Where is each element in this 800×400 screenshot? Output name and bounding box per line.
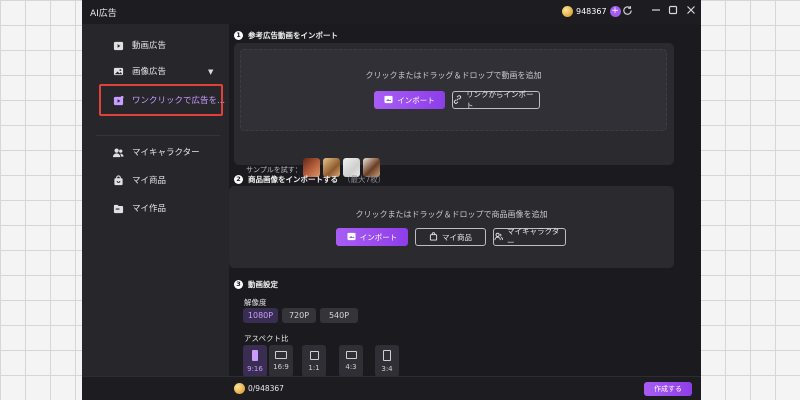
app-title: AI広告 (90, 9, 117, 19)
section-title: 動画設定 (248, 280, 278, 289)
main-content: 1 参考広告動画をインポート クリックまたはドラッグ＆ドロップで動画を追加 イン… (229, 24, 701, 400)
import-icon (347, 232, 356, 243)
step-number: 1 (234, 31, 243, 40)
aspect-option-9-16[interactable]: 9:16 (243, 345, 267, 377)
sidebar-divider (96, 135, 220, 136)
resolution-option-1080p[interactable]: 1080P (243, 308, 278, 323)
button-label: マイ商品 (442, 232, 472, 242)
user-icon (494, 232, 503, 243)
aspect-ratio-label: アスペクト比 (244, 334, 289, 343)
aspect-label: 1:1 (308, 363, 320, 372)
step-number: 2 (234, 175, 243, 184)
product-image-dropzone[interactable]: クリックまたはドラッグ＆ドロップで商品画像を追加 インポート マイ商品 マイキャ… (229, 186, 674, 268)
footer-bar: 0/948367 作成する (82, 376, 701, 400)
button-label: リンクからインポート (466, 90, 534, 110)
landscape-ratio-icon (345, 351, 357, 359)
portrait-ratio-icon (252, 349, 258, 361)
sidebar-item-my-products[interactable]: マイ商品 (112, 171, 166, 189)
footer-credits: 0/948367 (234, 383, 284, 394)
portrait-ratio-icon (383, 349, 391, 361)
folder-icon (112, 202, 124, 214)
section-subtitle: （最大7枚） (343, 175, 386, 184)
section-2-header: 2 商品画像をインポートする （最大7枚） (234, 174, 385, 185)
add-credits-button[interactable]: + (609, 6, 621, 17)
sidebar-item-label: マイ商品 (132, 176, 167, 186)
refresh-icon[interactable] (620, 5, 634, 19)
aspect-label: 4:3 (345, 363, 357, 371)
resolution-option-720p[interactable]: 720P (282, 308, 316, 323)
video-import-panel: クリックまたはドラッグ＆ドロップで動画を追加 インポート リンクからインポート … (234, 43, 674, 177)
aspect-option-16-9[interactable]: 16:9 (269, 345, 293, 377)
aspect-option-3-4[interactable]: 3:4 (375, 345, 399, 377)
coin-icon (234, 383, 245, 394)
aspect-option-4-3[interactable]: 4:3 (339, 345, 363, 377)
minimize-icon[interactable] (649, 5, 663, 19)
import-product-button[interactable]: インポート (336, 228, 408, 246)
oneclick-icon (112, 94, 124, 106)
section-title: 参考広告動画をインポート (248, 31, 338, 40)
landscape-ratio-icon (275, 351, 287, 359)
resolution-option-540p[interactable]: 540P (320, 308, 358, 323)
bag-icon (429, 231, 438, 243)
aspect-label: 9:16 (247, 364, 263, 373)
credits-count: 948367 (576, 7, 607, 16)
import-video-button[interactable]: インポート (374, 91, 445, 109)
resolution-label: 解像度 (244, 298, 267, 307)
title-bar: AI広告 948367 + (82, 0, 701, 24)
sidebar-item-label: 画像広告 (132, 67, 167, 77)
sidebar-item-one-click-ads[interactable]: ワンクリックで広告を... (112, 91, 225, 109)
my-products-button[interactable]: マイ商品 (415, 228, 486, 246)
credits-usage: 0/948367 (248, 384, 284, 393)
video-icon (112, 39, 124, 51)
aspect-label: 3:4 (381, 364, 393, 373)
aspect-option-1-1[interactable]: 1:1 (302, 345, 326, 377)
section-1-header: 1 参考広告動画をインポート (234, 30, 338, 41)
dropzone-hint: クリックまたはドラッグ＆ドロップで動画を追加 (365, 71, 542, 80)
coin-icon (562, 6, 573, 17)
users-icon (112, 146, 124, 158)
create-button[interactable]: 作成する (644, 382, 692, 396)
video-dropzone[interactable]: クリックまたはドラッグ＆ドロップで動画を追加 インポート リンクからインポート (240, 49, 667, 131)
square-ratio-icon (309, 350, 319, 360)
sidebar-item-label: マイ作品 (132, 204, 167, 214)
button-label: インポート (397, 95, 435, 105)
sidebar-item-image-ads[interactable]: 画像広告 (112, 62, 166, 80)
button-label: マイキャラクター (507, 227, 560, 247)
sidebar-item-label: ワンクリックで広告を... (132, 96, 226, 106)
bag-icon (112, 174, 124, 186)
import-icon (384, 95, 393, 106)
my-characters-button[interactable]: マイキャラクター (493, 227, 566, 247)
aspect-label: 16:9 (273, 363, 289, 371)
sidebar-item-video-ads[interactable]: 動画広告 (112, 36, 166, 54)
sidebar: 動画広告 画像広告 ▼ ワンクリックで広告を... マイキャラクター マイ商品 … (82, 24, 229, 400)
credits-display: 948367 + (562, 6, 621, 17)
dropzone-hint: クリックまたはドラッグ＆ドロップで商品画像を追加 (355, 210, 548, 219)
sidebar-item-label: 動画広告 (132, 41, 167, 51)
button-label: インポート (359, 232, 398, 242)
link-icon (453, 94, 462, 106)
import-from-link-button[interactable]: リンクからインポート (452, 90, 540, 110)
image-icon (112, 65, 124, 77)
chevron-down-icon[interactable]: ▼ (208, 68, 213, 76)
step-number: 3 (234, 280, 243, 289)
sidebar-item-my-works[interactable]: マイ作品 (112, 199, 166, 217)
section-title: 商品画像をインポートする (248, 175, 338, 184)
sidebar-item-label: マイキャラクター (132, 148, 200, 158)
sidebar-item-my-characters[interactable]: マイキャラクター (112, 143, 200, 161)
close-icon[interactable] (684, 5, 698, 19)
section-3-header: 3 動画設定 (234, 279, 278, 290)
app-window: AI広告 948367 + 動画広告 画像広告 ▼ ワンクリックで広告を... … (82, 0, 701, 400)
maximize-icon[interactable] (666, 5, 680, 19)
